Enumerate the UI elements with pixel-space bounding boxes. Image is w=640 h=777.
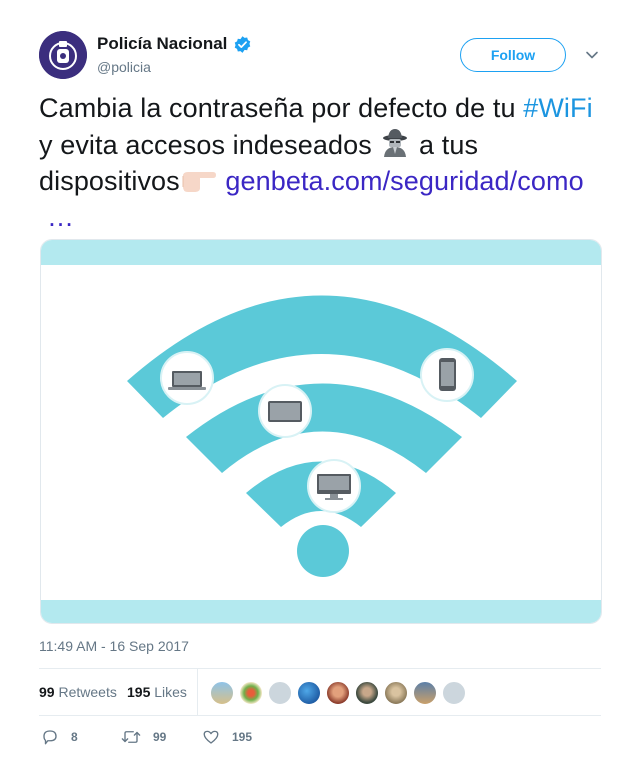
display-name[interactable]: Policía Nacional [97, 34, 227, 54]
retweets-count: 99 [39, 684, 55, 700]
engagement-stats: 99 Retweets 195 Likes [39, 668, 601, 716]
hashtag-link[interactable]: #WiFi [523, 93, 593, 123]
avatar[interactable] [239, 681, 263, 705]
like-count: 195 [232, 730, 253, 744]
likes-stat[interactable]: 195 Likes [127, 684, 187, 700]
retweet-count: 99 [153, 730, 167, 744]
avatar[interactable] [355, 681, 379, 705]
tweet-url-ellipsis[interactable]: … [39, 202, 74, 232]
monitor-icon [307, 459, 361, 513]
avatar[interactable] [413, 681, 437, 705]
pointing-hand-icon [182, 172, 216, 192]
avatar[interactable] [384, 681, 408, 705]
user-handle[interactable]: @policia [97, 59, 151, 75]
tablet-icon [258, 384, 312, 438]
police-badge-icon [39, 31, 87, 79]
avatar[interactable] [268, 681, 292, 705]
chevron-down-icon[interactable] [584, 47, 600, 63]
liker-avatars [210, 681, 471, 705]
avatar[interactable] [210, 681, 234, 705]
tweet-text-part: y evita accesos indeseados [39, 130, 380, 160]
verified-badge-icon [235, 35, 251, 53]
avatar[interactable] [442, 681, 466, 705]
avatar[interactable] [297, 681, 321, 705]
reply-count: 8 [71, 730, 78, 744]
tweet-text: Cambia la contraseña por defecto de tu #… [39, 90, 609, 235]
avatar[interactable] [39, 31, 87, 79]
retweets-label: Retweets [58, 684, 117, 700]
reply-button[interactable]: 8 [41, 728, 78, 746]
wifi-illustration [41, 240, 601, 623]
stats-divider [197, 669, 198, 715]
avatar[interactable] [326, 681, 350, 705]
retweet-button[interactable]: 99 [121, 728, 166, 746]
detective-icon [383, 129, 408, 157]
likes-label: Likes [154, 684, 187, 700]
name-row: Policía Nacional [97, 34, 252, 54]
tweet-header: Policía Nacional @policia Follow [39, 31, 601, 79]
likes-count: 195 [127, 684, 151, 700]
retweets-stat[interactable]: 99 Retweets [39, 684, 117, 700]
laptop-icon [160, 351, 214, 405]
phone-icon [420, 348, 474, 402]
tweet-text-part: Cambia la contraseña por defecto de tu [39, 93, 524, 123]
tweet-actions: 8 99 195 [39, 726, 601, 750]
heart-icon [203, 730, 219, 744]
tweet-url-link[interactable]: genbeta.com/seguridad/como [225, 166, 583, 196]
reply-icon [43, 730, 57, 745]
like-button[interactable]: 195 [202, 728, 252, 746]
follow-button[interactable]: Follow [460, 38, 566, 72]
tweet-timestamp[interactable]: 11:49 AM - 16 Sep 2017 [39, 638, 189, 654]
media-image[interactable] [40, 239, 602, 624]
retweet-icon [121, 731, 141, 743]
